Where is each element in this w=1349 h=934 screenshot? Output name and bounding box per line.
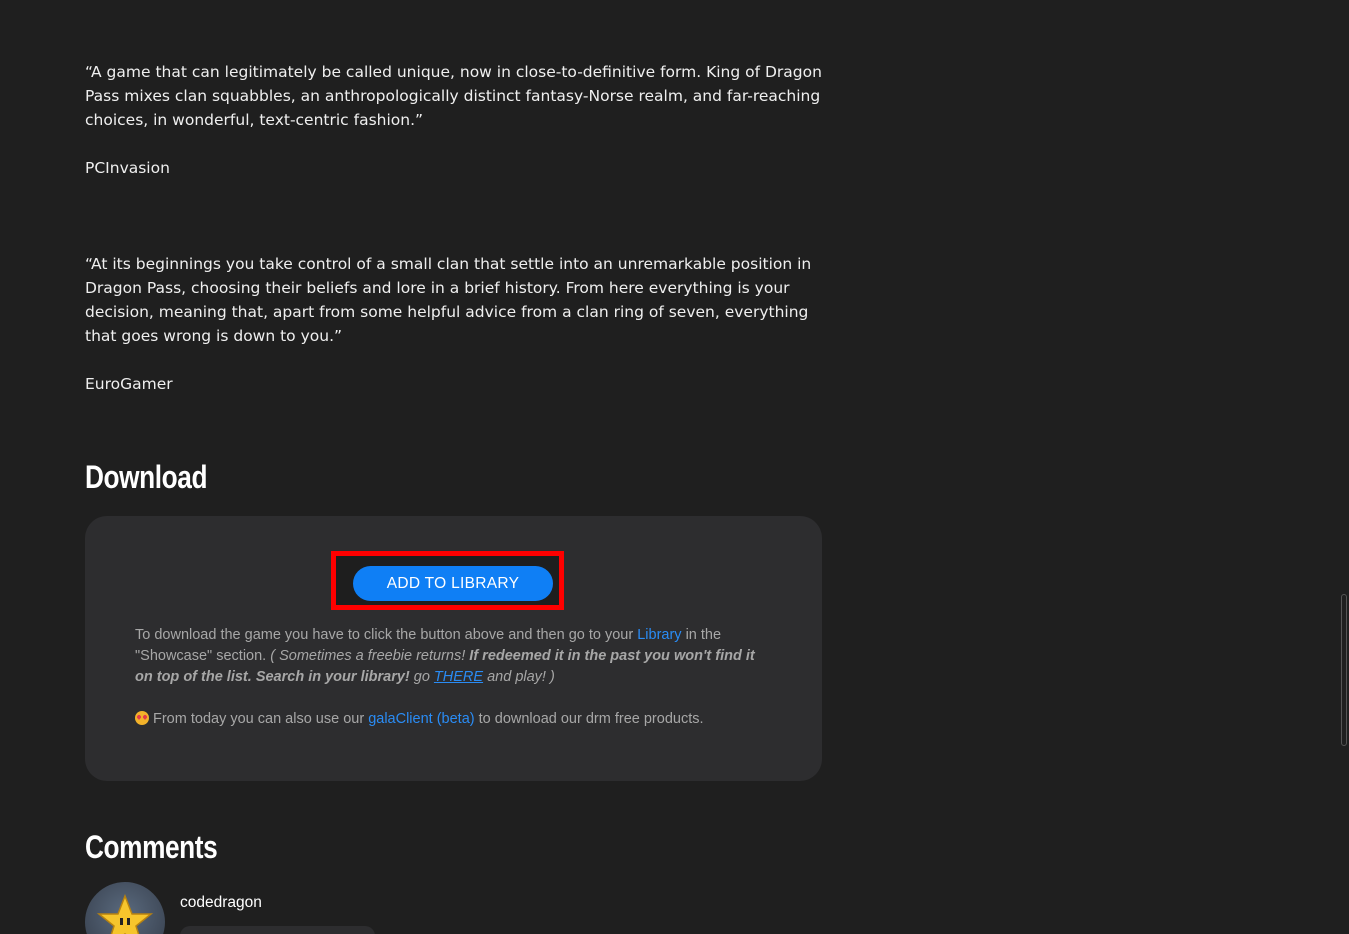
client-text: to download our drm free products. — [474, 711, 704, 727]
review-source: EuroGamer — [85, 375, 173, 393]
review-source: PCInvasion — [85, 159, 170, 177]
download-heading: Download — [85, 459, 208, 495]
download-card: ADD TO LIBRARY To download the game you … — [85, 516, 822, 781]
star-eyes-emoji-icon — [135, 711, 149, 725]
comments-heading: Comments — [85, 829, 218, 865]
review-quote: “A game that can legitimately be called … — [85, 63, 822, 129]
page: “A game that can legitimately be called … — [0, 0, 1349, 934]
avatar[interactable] — [85, 882, 165, 934]
instructions-text: To download the game you have to click t… — [135, 627, 638, 643]
client-note: From today you can also use our galaClie… — [135, 709, 775, 730]
scrollbar[interactable] — [1341, 594, 1347, 746]
instructions-note: go — [409, 669, 434, 685]
add-to-library-button[interactable]: ADD TO LIBRARY — [353, 566, 553, 601]
instructions-note: and play! ) — [483, 669, 555, 685]
galaclient-link[interactable]: galaClient (beta) — [368, 711, 474, 727]
star-icon — [96, 893, 154, 934]
there-link[interactable]: THERE — [434, 669, 483, 685]
comment-meta-pill — [180, 926, 375, 934]
comment-username[interactable]: codedragon — [180, 894, 262, 912]
comment-item: codedragon — [85, 882, 585, 934]
library-link[interactable]: Library — [637, 627, 681, 643]
client-text: From today you can also use our — [153, 711, 369, 727]
download-instructions: To download the game you have to click t… — [135, 625, 775, 688]
review-quote: “At its beginnings you take control of a… — [85, 255, 812, 345]
instructions-note: ( Sometimes a freebie returns! — [270, 648, 470, 664]
